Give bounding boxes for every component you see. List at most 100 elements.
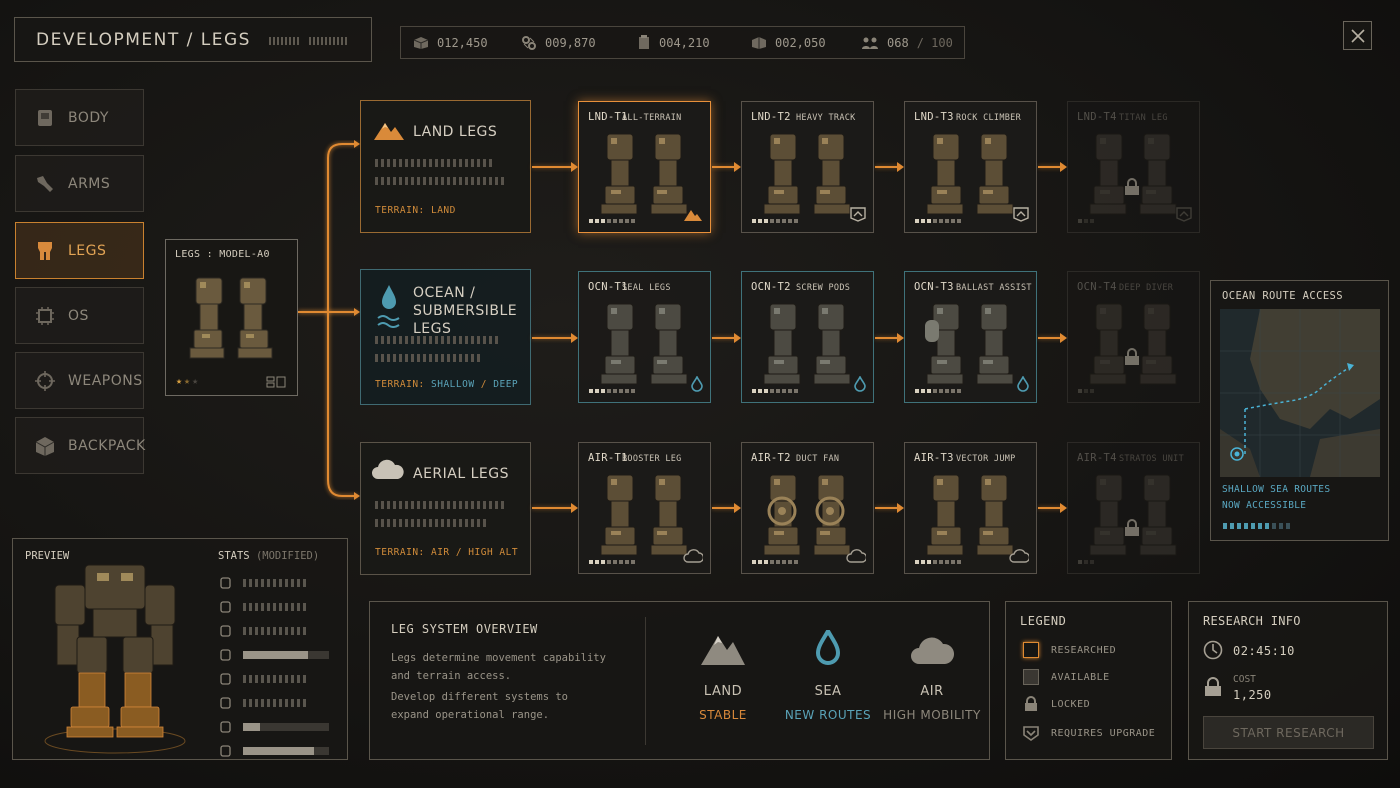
- node-mech-image: [760, 471, 856, 565]
- category-sea-terrain: TERRAIN: SHALLOW / DEEP: [375, 379, 519, 390]
- node-type-icon: [854, 375, 866, 396]
- category-sea[interactable]: OCEAN / SUBMERSIBLE LEGS TERRAIN: SHALLOW…: [360, 269, 531, 405]
- upgrade-icon: [1023, 726, 1039, 741]
- category-air-terrain: TERRAIN: AIR / HIGH ALT: [375, 547, 519, 558]
- research-time: 02:45:10: [1233, 644, 1295, 658]
- resource-crate: 012,450: [413, 36, 521, 50]
- crate-icon: [413, 36, 429, 49]
- arm-icon: [37, 175, 53, 192]
- node-rating: [752, 219, 798, 223]
- legend-locked: LOCKED: [1023, 696, 1090, 712]
- category-land[interactable]: LAND LEGS TERRAIN: LAND: [360, 100, 531, 233]
- node-name: SEAL LEGS: [622, 283, 671, 293]
- lock-icon: [1205, 677, 1221, 696]
- blueprint-icon: [266, 376, 286, 388]
- cost-label: COST: [1233, 674, 1256, 685]
- sidebar-item-os[interactable]: OS: [15, 287, 144, 344]
- node-type-icon: [683, 207, 703, 226]
- branch-connectors: [298, 140, 360, 500]
- stats-list: [220, 573, 340, 765]
- sidebar-item-weapons[interactable]: WEAPONS: [15, 352, 144, 409]
- tech-node-lnd-t4: LND-T4 TITAN LEG: [1067, 101, 1200, 233]
- node-mech-image: [1086, 471, 1182, 565]
- stat-row: [220, 621, 340, 641]
- node-mech-image: [760, 130, 856, 224]
- tech-node-lnd-t3[interactable]: LND-T3 ROCK CLIMBER: [904, 101, 1037, 233]
- tech-node-lnd-t2[interactable]: LND-T2 HEAVY TRACK: [741, 101, 874, 233]
- node-mech-image: [1086, 130, 1182, 224]
- overview-divider: [645, 617, 646, 745]
- node-name: ROCK CLIMBER: [956, 113, 1022, 123]
- stat-row: [220, 669, 340, 689]
- tech-node-ocn-t1[interactable]: OCN-T1 SEAL LEGS: [578, 271, 711, 403]
- node-name: HEAVY TRACK: [796, 113, 856, 123]
- stat-bar: [243, 603, 306, 611]
- node-type-icon: [1009, 548, 1031, 567]
- cloud-icon: [683, 549, 705, 563]
- sidebar-item-body[interactable]: BODY: [15, 89, 144, 146]
- tech-node-ocn-t3[interactable]: OCN-T3 BALLAST ASSIST: [904, 271, 1037, 403]
- ocean-route-line2: NOW ACCESSIBLE: [1222, 500, 1307, 511]
- overview-text-2: Develop different systems to expand oper…: [391, 691, 569, 721]
- category-land-title: LAND LEGS: [413, 124, 498, 140]
- grip-icon: [220, 625, 231, 637]
- node-mech-image: [1086, 300, 1182, 394]
- node-code: LND-T4: [1077, 111, 1117, 123]
- start-research-button[interactable]: START RESEARCH: [1203, 716, 1374, 749]
- sidebar-item-backpack[interactable]: BACKPACK: [15, 417, 145, 474]
- resource-canister: 004,210: [637, 35, 751, 50]
- arrow-air-3: [1038, 503, 1067, 513]
- mode-land: LAND STABLE: [690, 630, 756, 722]
- node-name: TITAN LEG: [1119, 113, 1168, 123]
- node-code: AIR-T4: [1077, 452, 1117, 464]
- category-air[interactable]: AERIAL LEGS TERRAIN: AIR / HIGH ALT: [360, 442, 531, 575]
- cloud-icon: [372, 459, 404, 479]
- cost-value: 1,250: [1233, 688, 1272, 702]
- breadcrumb: DEVELOPMENT / LEGS: [14, 17, 372, 62]
- water-drop-icon: [1017, 375, 1029, 392]
- node-name: STRATOS UNIT: [1119, 454, 1185, 464]
- backpack-icon: [35, 436, 55, 456]
- stat-row: [220, 741, 340, 761]
- ocean-route-panel[interactable]: OCEAN ROUTE ACCESS SHALLOW SEA ROUTES NO…: [1210, 280, 1389, 541]
- stat-bar: [243, 747, 329, 755]
- tech-node-air-t1[interactable]: AIR-T1 BOOSTER LEG: [578, 442, 711, 574]
- sidebar-item-legs[interactable]: LEGS: [15, 222, 144, 279]
- lock-icon: [1025, 696, 1037, 711]
- title-decoration: [269, 37, 347, 45]
- tech-node-lnd-t1[interactable]: LND-T1 ALL-TERRAIN: [578, 101, 711, 233]
- stats-title: STATS (MODIFIED): [218, 550, 320, 562]
- tech-node-air-t2[interactable]: AIR-T2 DUCT FAN: [741, 442, 874, 574]
- base-legs-card[interactable]: LEGS : MODEL-A0 ★ ★ ★: [165, 239, 298, 396]
- close-button[interactable]: [1343, 21, 1372, 50]
- arrow-sea-3: [1038, 333, 1067, 343]
- tech-node-ocn-t2[interactable]: OCN-T2 SCREW PODS: [741, 271, 874, 403]
- node-rating: [752, 389, 798, 393]
- mountain-icon: [374, 123, 404, 140]
- lock-icon: [1125, 348, 1139, 365]
- research-panel: RESEARCH INFO 02:45:10 COST 1,250 START …: [1188, 601, 1388, 760]
- node-rating: [915, 219, 961, 223]
- category-air-title: AERIAL LEGS: [413, 466, 509, 482]
- stat-row: [220, 597, 340, 617]
- resource-bar: 012,450 009,870 004,210 002,050 068 / 10…: [400, 26, 965, 59]
- stat-bar: [243, 723, 329, 731]
- mode-air: AIR HIGH MOBILITY: [882, 632, 982, 722]
- stat-bar: [243, 675, 306, 683]
- node-rating: [589, 219, 635, 223]
- stat-row: [220, 573, 340, 593]
- stat-row: [220, 693, 340, 713]
- tech-node-air-t3[interactable]: AIR-T3 VECTOR JUMP: [904, 442, 1037, 574]
- legend-available: AVAILABLE: [1023, 669, 1110, 685]
- arrow-land-2: [875, 162, 904, 172]
- node-type-icon: [683, 548, 705, 567]
- node-code: OCN-T3: [914, 281, 954, 293]
- sidebar-item-arms[interactable]: ARMS: [15, 155, 144, 212]
- stat-row: [220, 645, 340, 665]
- node-name: SCREW PODS: [796, 283, 851, 293]
- overview-text-1: Legs determine movement capability and t…: [391, 652, 606, 682]
- research-title: RESEARCH INFO: [1203, 614, 1301, 628]
- node-rating: [1078, 560, 1094, 564]
- node-mech-image: [597, 130, 693, 224]
- node-type-icon: [850, 206, 866, 226]
